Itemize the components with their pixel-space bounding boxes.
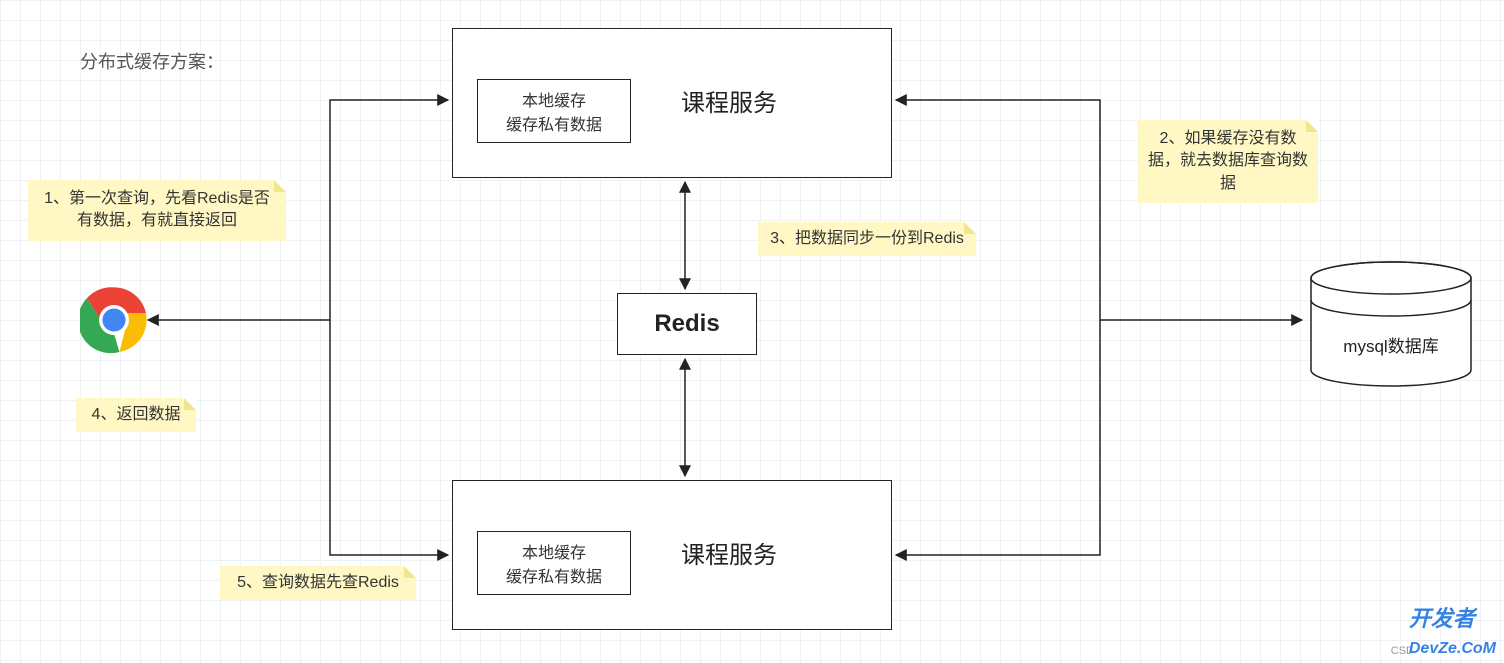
note-5: 5、查询数据先查Redis (220, 566, 416, 600)
service-bottom-title: 课程服务 (681, 535, 777, 570)
redis-label: Redis (654, 310, 719, 338)
inner-label-4: 缓存私有数据 (506, 563, 602, 587)
service-top-box: 本地缓存 缓存私有数据 课程服务 (452, 28, 892, 178)
service-bottom-box: 本地缓存 缓存私有数据 课程服务 (452, 480, 892, 630)
note-2: 2、如果缓存没有数据，就去数据库查询数据 (1138, 120, 1318, 203)
site-watermark: 开发者 DevZe.CoM (1409, 601, 1496, 659)
inner-label-3: 本地缓存 (522, 539, 586, 563)
inner-label-1: 本地缓存 (522, 87, 586, 111)
service-top-title: 课程服务 (681, 83, 777, 118)
redis-box: Redis (617, 293, 757, 355)
note-3: 3、把数据同步一份到Redis (758, 222, 976, 256)
db-label: mysql数据库 (1306, 332, 1476, 357)
diagram-title: 分布式缓存方案： (80, 48, 224, 74)
chrome-icon (80, 286, 148, 354)
note-1: 1、第一次查询，先看Redis是否有数据，有就直接返回 (28, 180, 286, 241)
inner-label-2: 缓存私有数据 (506, 111, 602, 135)
service-top-inner: 本地缓存 缓存私有数据 (477, 79, 631, 143)
note-4: 4、返回数据 (76, 398, 196, 432)
service-bottom-inner: 本地缓存 缓存私有数据 (477, 531, 631, 595)
mysql-db: mysql数据库 (1306, 260, 1476, 390)
